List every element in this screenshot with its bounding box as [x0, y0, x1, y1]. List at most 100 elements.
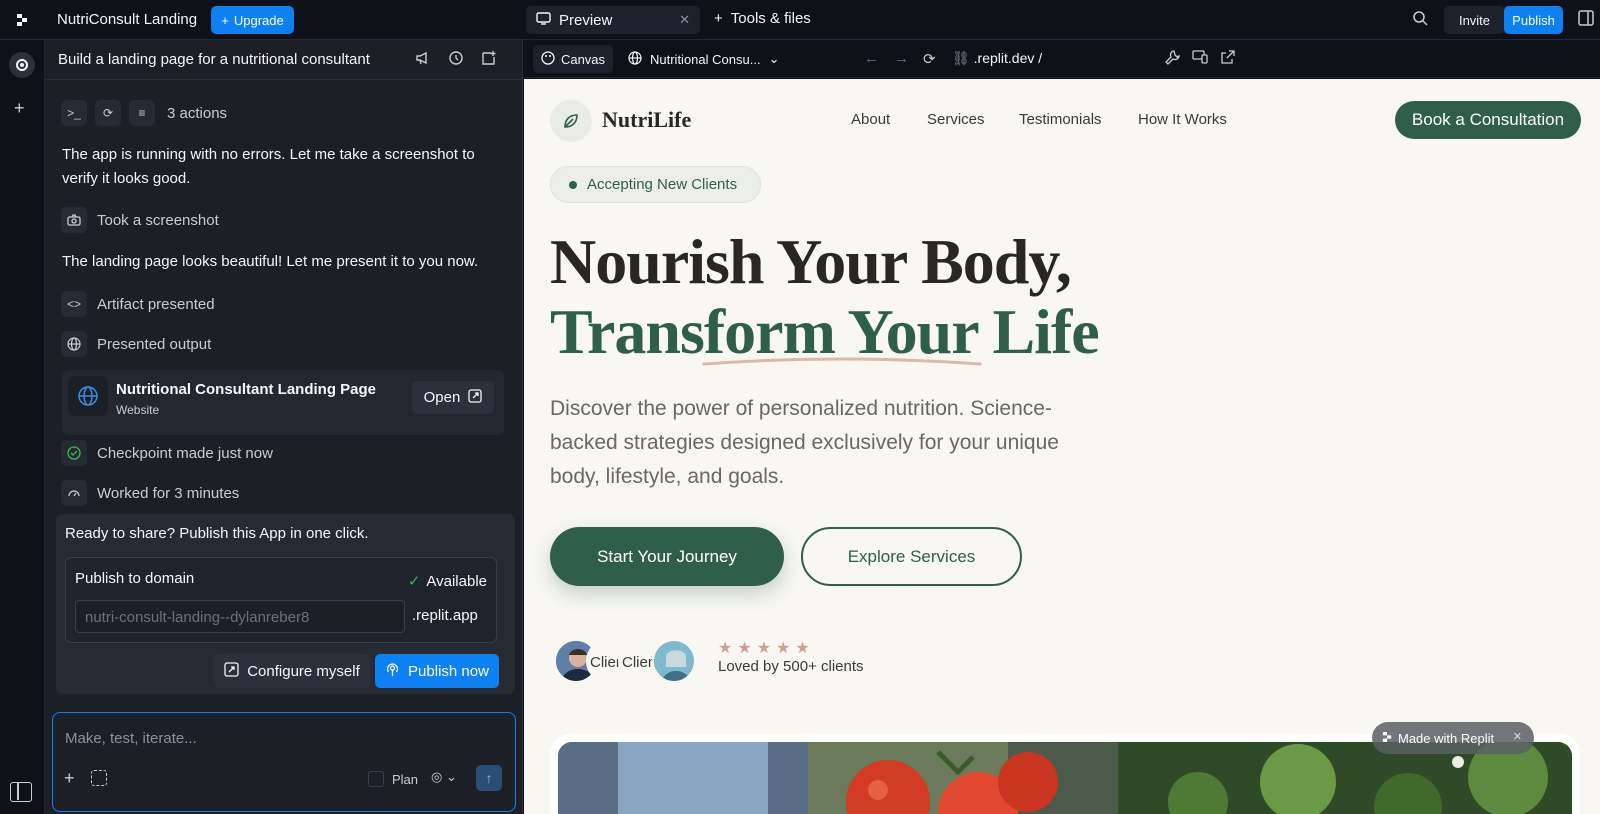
left-rail: + — [0, 40, 45, 814]
start-journey-button[interactable]: Start Your Journey — [550, 527, 784, 586]
status-badge: Accepting New Clients — [550, 166, 761, 203]
made-with-replit-badge[interactable]: Made with Replit ✕ — [1372, 722, 1534, 754]
agent-chat-panel: Build a landing page for a nutritional c… — [45, 40, 523, 814]
step-output[interactable]: Presented output — [61, 331, 211, 357]
open-artifact-button[interactable]: Open — [412, 381, 494, 414]
step-screenshot[interactable]: Took a screenshot — [61, 207, 219, 233]
chat-header: Build a landing page for a nutritional c… — [45, 40, 523, 80]
book-consultation-button[interactable]: Book a Consultation — [1395, 101, 1581, 139]
step-worked: Worked for 3 minutes — [61, 480, 239, 506]
tab-preview[interactable]: Preview ✕ — [526, 6, 700, 34]
new-chat-icon[interactable] — [481, 50, 497, 70]
step-checkpoint[interactable]: Checkpoint made just now — [61, 440, 273, 466]
megaphone-icon[interactable] — [415, 50, 431, 70]
close-tab-icon[interactable]: ✕ — [679, 12, 690, 28]
invite-button[interactable]: Invite — [1444, 6, 1505, 34]
monitor-icon — [536, 11, 551, 29]
app-title[interactable]: NutriConsult Landing — [57, 11, 197, 28]
home-icon[interactable] — [9, 52, 35, 78]
headline-underline — [702, 357, 982, 366]
devices-icon[interactable] — [1192, 49, 1208, 69]
step-label: Checkpoint made just now — [97, 444, 273, 462]
nav-about[interactable]: About — [851, 111, 890, 128]
panel-toggle-icon[interactable] — [1578, 10, 1594, 31]
refresh-icon: ⟳ — [95, 100, 121, 126]
plan-toggle[interactable]: Plan — [368, 771, 418, 787]
brand-name[interactable]: NutriLife — [602, 107, 691, 133]
nav-testimonials[interactable]: Testimonials — [1019, 111, 1102, 128]
send-button[interactable]: ↑ — [476, 765, 502, 791]
page-select-label: Nutritional Consu... — [650, 51, 761, 67]
available-label: Available — [426, 573, 487, 590]
availability-status: ✓ Available — [408, 572, 487, 590]
domain-label: Publish to domain — [75, 570, 195, 587]
step-artifact[interactable]: <> Artifact presented — [61, 291, 215, 317]
composer[interactable]: Make, test, iterate... + Plan ◎ ⌄ ↑ — [52, 712, 516, 812]
actions-count: 3 actions — [167, 104, 228, 122]
step-label: Presented output — [97, 335, 212, 353]
agent-message: The app is running with no errors. Let m… — [62, 146, 475, 187]
chat-title: Build a landing page for a nutritional c… — [58, 51, 370, 68]
close-icon[interactable]: ✕ — [1513, 730, 1522, 743]
leaf-logo-icon[interactable] — [550, 100, 592, 142]
badge-label: Accepting New Clients — [587, 176, 738, 193]
page-selector[interactable]: Nutritional Consu... ⌄ — [628, 45, 779, 73]
artifact-card[interactable]: Nutritional Consultant Landing Page Webs… — [62, 370, 504, 435]
share-prompt: Ready to share? Publish this App in one … — [65, 525, 369, 542]
actions-summary[interactable]: >_ ⟳ ≡ 3 actions — [61, 100, 227, 126]
sidebar-toggle-icon[interactable] — [10, 782, 32, 802]
publish-button[interactable]: Publish — [1504, 6, 1563, 34]
publish-card: Ready to share? Publish this App in one … — [56, 514, 515, 694]
plan-checkbox[interactable] — [368, 771, 384, 787]
step-label: Took a screenshot — [97, 211, 219, 229]
replit-logo-icon — [1382, 731, 1392, 746]
attach-plus-icon[interactable]: + — [64, 768, 75, 789]
domain-box: Publish to domain ✓ Available nutri-consu… — [65, 557, 497, 643]
upgrade-button[interactable]: + Upgrade — [211, 6, 294, 34]
select-element-icon[interactable] — [91, 770, 107, 786]
social-proof-text: Loved by 500+ clients — [718, 658, 864, 675]
palette-icon — [541, 50, 555, 68]
publish-now-button[interactable]: Publish now — [375, 654, 499, 688]
history-icon[interactable] — [448, 50, 464, 70]
broadcast-icon — [385, 662, 400, 681]
link-icon: ⛓ — [952, 50, 970, 66]
hero-subtext: Discover the power of personalized nutri… — [550, 397, 1059, 488]
new-item-icon[interactable]: + — [14, 98, 25, 119]
tab-tools-label: Tools & files — [730, 10, 811, 27]
nav-services[interactable]: Services — [927, 111, 985, 128]
plan-label: Plan — [392, 771, 419, 787]
composer-input[interactable]: Make, test, iterate... — [65, 730, 197, 747]
plus-icon: + — [221, 12, 229, 28]
rating-stars: ★★★★★ — [718, 640, 815, 657]
open-label: Open — [423, 389, 461, 406]
canvas-button[interactable]: Canvas — [533, 45, 613, 73]
step-label: Worked for 3 minutes — [97, 484, 240, 502]
search-icon[interactable] — [1412, 10, 1428, 31]
artifact-title: Nutritional Consultant Landing Page — [116, 381, 376, 398]
configure-icon — [224, 661, 239, 681]
globe-icon — [61, 331, 87, 357]
wrench-icon[interactable] — [1164, 49, 1180, 69]
tab-tools-files[interactable]: + Tools & files — [714, 10, 811, 27]
tab-preview-label: Preview — [559, 11, 613, 29]
replit-logo-icon[interactable] — [10, 10, 34, 30]
open-new-tab-icon[interactable] — [1220, 49, 1236, 69]
domain-input[interactable]: nutri-consult-landing--dylanreber8 — [75, 600, 405, 633]
globe-icon — [68, 376, 108, 416]
globe-icon — [628, 50, 642, 68]
nav-how-it-works[interactable]: How It Works — [1138, 111, 1227, 128]
explore-services-button[interactable]: Explore Services — [801, 527, 1022, 586]
back-arrow-icon[interactable]: ← — [864, 50, 879, 67]
configure-myself-button[interactable]: Configure myself — [214, 654, 370, 688]
reload-icon[interactable]: ⟳ — [923, 50, 936, 68]
forward-arrow-icon[interactable]: → — [894, 50, 909, 67]
url-bar[interactable]: ⛓ .replit.dev / — [952, 50, 1042, 67]
url-text: .replit.dev / — [973, 50, 1043, 66]
screenshot-dropdown-icon[interactable]: ◎ ⌄ — [431, 769, 457, 785]
avatar — [652, 639, 696, 683]
list-icon: ≡ — [129, 100, 155, 126]
terminal-icon: >_ — [61, 100, 87, 126]
canvas-label: Canvas — [560, 51, 606, 67]
domain-suffix: .replit.app — [412, 607, 478, 624]
